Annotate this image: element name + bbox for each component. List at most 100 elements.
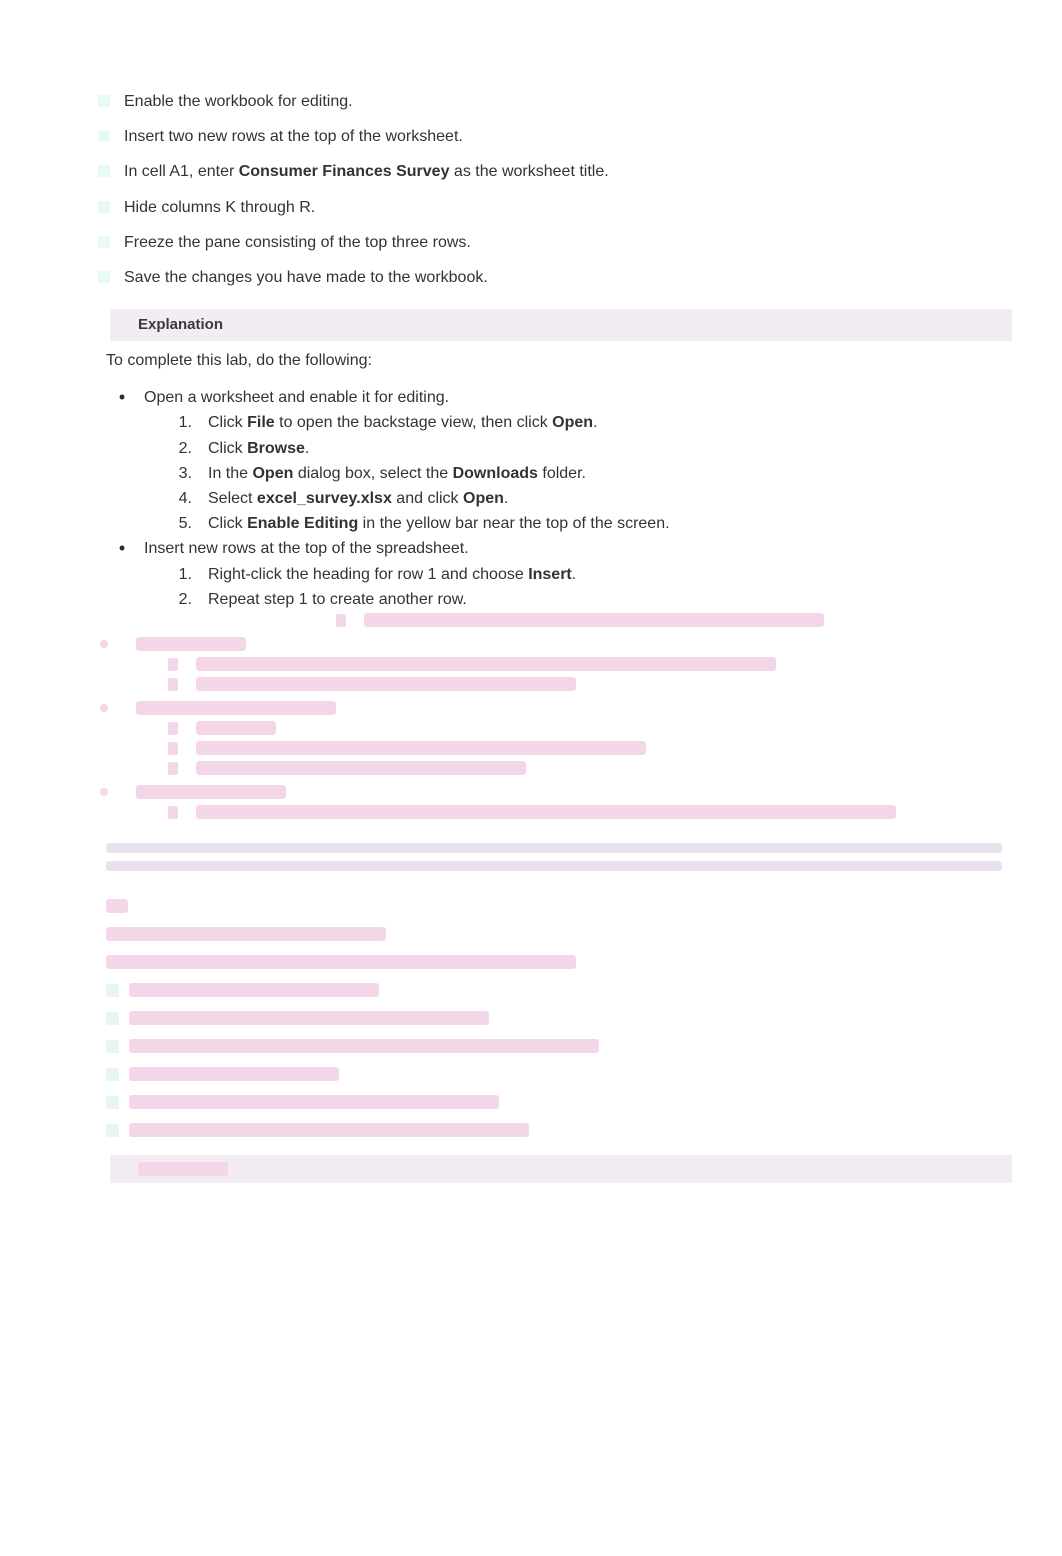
numbered-item: 4.Select excel_survey.xlsx and click Ope…	[168, 487, 1002, 510]
blur-text	[129, 1067, 339, 1081]
blur-text	[196, 657, 776, 671]
task-item: In cell A1, enter Consumer Finances Surv…	[106, 160, 1002, 183]
numbered-item: 2.Repeat step 1 to create another row.	[168, 588, 1002, 611]
explain-bullet: •Open a worksheet and enable it for edit…	[100, 386, 1002, 409]
blur-text	[138, 1162, 228, 1176]
explain-bullet: •Insert new rows at the top of the sprea…	[100, 537, 1002, 560]
numbered-list: 1.Click File to open the backstage view,…	[100, 411, 1002, 535]
blur-check-icon	[106, 984, 119, 997]
blur-text	[129, 983, 379, 997]
blur-text	[196, 805, 896, 819]
task-text: Hide columns K through R.	[124, 196, 315, 219]
blurred-explanation-header	[110, 1155, 1012, 1183]
blur-check-icon	[106, 1096, 119, 1109]
blurred-bullet	[0, 637, 1062, 651]
explain-heading: Open a worksheet and enable it for editi…	[144, 386, 449, 409]
blur-text	[129, 1039, 599, 1053]
blur-bullet-icon	[100, 704, 108, 712]
blurred-line	[0, 721, 1062, 735]
blur-index	[168, 806, 178, 819]
numbered-text: Click Browse.	[208, 437, 309, 460]
numbered-text: In the Open dialog box, select the Downl…	[208, 462, 586, 485]
blurred-task-item	[106, 1095, 1002, 1109]
number-index: 3.	[168, 462, 208, 485]
blur-text	[196, 677, 576, 691]
blurred-task-item	[106, 983, 1002, 997]
bullet-icon: •	[100, 386, 144, 409]
numbered-text: Click File to open the backstage view, t…	[208, 411, 598, 434]
blurred-line	[0, 761, 1062, 775]
blur-text	[196, 741, 646, 755]
task-item: Freeze the pane consisting of the top th…	[106, 231, 1002, 254]
numbered-item: 2.Click Browse.	[168, 437, 1002, 460]
blurred-continuation	[0, 613, 1062, 627]
numbered-text: Select excel_survey.xlsx and click Open.	[208, 487, 508, 510]
blur-check-icon	[106, 1012, 119, 1025]
numbered-item: 1.Right-click the heading for row 1 and …	[168, 563, 1002, 586]
blur-text	[136, 637, 246, 651]
task-text: In cell A1, enter Consumer Finances Surv…	[124, 160, 609, 183]
numbered-item: 3.In the Open dialog box, select the Dow…	[168, 462, 1002, 485]
number-index: 4.	[168, 487, 208, 510]
explanation-header: Explanation	[110, 309, 1012, 341]
blurred-groups	[0, 637, 1062, 819]
task-item: Enable the workbook for editing.	[106, 90, 1002, 113]
divider-line	[106, 861, 1002, 871]
blur-index	[336, 614, 346, 627]
number-index: 5.	[168, 512, 208, 535]
blur-text	[364, 613, 824, 627]
blurred-task-item	[106, 1123, 1002, 1137]
divider-block	[0, 819, 1062, 889]
blurred-line	[0, 657, 1062, 671]
check-icon	[98, 236, 110, 248]
blur-text	[129, 1095, 499, 1109]
explain-heading: Insert new rows at the top of the spread…	[144, 537, 469, 560]
check-icon	[98, 165, 110, 177]
check-icon	[98, 95, 110, 107]
blurred-task-item	[106, 1039, 1002, 1053]
number-index: 2.	[168, 437, 208, 460]
blurred-bullet	[0, 785, 1062, 799]
task-list: Enable the workbook for editing. Insert t…	[0, 90, 1062, 289]
blurred-intro-row	[106, 927, 1002, 941]
blur-text	[196, 721, 276, 735]
blur-text	[106, 955, 576, 969]
check-icon	[98, 201, 110, 213]
task-text: Insert two new rows at the top of the wo…	[124, 125, 463, 148]
blur-bullet-icon	[100, 640, 108, 648]
blurred-task-item	[106, 1067, 1002, 1081]
blur-index	[168, 762, 178, 775]
blur-index	[168, 678, 178, 691]
blur-index	[168, 658, 178, 671]
blur-check-icon	[106, 1124, 119, 1137]
blur-text	[129, 1123, 529, 1137]
small-blur-mark	[106, 899, 128, 913]
task-item: Insert two new rows at the top of the wo…	[106, 125, 1002, 148]
task-item: Hide columns K through R.	[106, 196, 1002, 219]
blurred-line	[0, 805, 1062, 819]
numbered-text: Right-click the heading for row 1 and ch…	[208, 563, 576, 586]
blur-index	[168, 742, 178, 755]
blurred-task-section	[0, 927, 1062, 1137]
task-text: Enable the workbook for editing.	[124, 90, 353, 113]
bullet-icon: •	[100, 537, 144, 560]
blur-index	[168, 722, 178, 735]
intro-text: To complete this lab, do the following:	[0, 349, 1062, 372]
numbered-list: 1.Right-click the heading for row 1 and …	[100, 563, 1002, 611]
blur-bullet-icon	[100, 788, 108, 796]
blurred-line	[0, 741, 1062, 755]
task-text: Save the changes you have made to the wo…	[124, 266, 488, 289]
blurred-task-item	[106, 955, 1002, 969]
blurred-line	[168, 613, 1002, 627]
blurred-task-item	[106, 1011, 1002, 1025]
divider-line	[106, 843, 1002, 853]
numbered-text: Click Enable Editing in the yellow bar n…	[208, 512, 670, 535]
number-index: 1.	[168, 411, 208, 434]
blur-check-icon	[106, 1068, 119, 1081]
check-icon	[98, 271, 110, 283]
blurred-bullet	[0, 701, 1062, 715]
blur-check-icon	[106, 1040, 119, 1053]
task-item: Save the changes you have made to the wo…	[106, 266, 1002, 289]
blur-text	[196, 761, 526, 775]
explanation-list: •Open a worksheet and enable it for edit…	[0, 386, 1062, 611]
